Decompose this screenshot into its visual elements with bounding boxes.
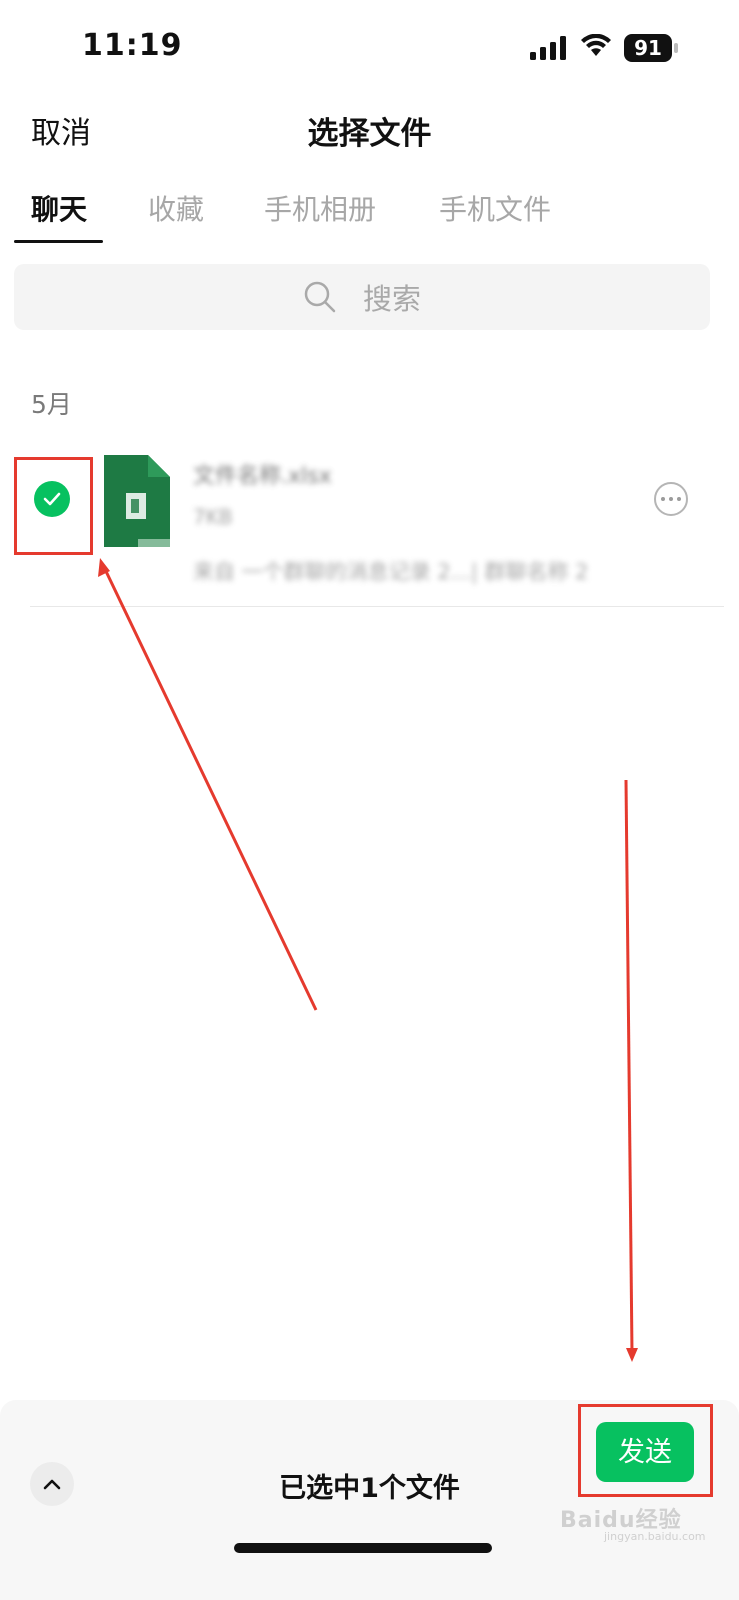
annotation-arrows bbox=[98, 558, 638, 1362]
search-icon bbox=[304, 281, 336, 313]
battery-indicator: 91 bbox=[624, 34, 672, 62]
more-options-button[interactable] bbox=[654, 482, 688, 516]
home-indicator bbox=[234, 1543, 492, 1553]
section-date-label: 5月 bbox=[31, 390, 72, 419]
active-tab-indicator bbox=[14, 240, 103, 243]
tab-favorites[interactable]: 收藏 bbox=[148, 188, 204, 228]
file-source: 来自 一个群聊的消息记录 2...| 群聊名称 2 bbox=[193, 560, 589, 584]
annotation-arrow-to-checkbox bbox=[101, 564, 318, 1011]
status-time: 11:19 bbox=[82, 28, 183, 63]
cellular-signal-icon bbox=[530, 36, 566, 60]
more-dot-icon bbox=[677, 497, 681, 501]
search-input[interactable]: 搜索 bbox=[14, 264, 710, 330]
cancel-button[interactable]: 取消 bbox=[31, 108, 91, 152]
more-dot-icon bbox=[669, 497, 673, 501]
battery-cap bbox=[674, 43, 678, 53]
annotation-box-send bbox=[578, 1404, 713, 1497]
annotation-arrow-to-send bbox=[624, 779, 634, 1354]
annotation-arrowhead-checkbox bbox=[98, 558, 110, 577]
watermark-url: jingyan.baidu.com bbox=[604, 1530, 706, 1543]
more-dot-icon bbox=[661, 497, 665, 501]
file-size: 7KB bbox=[193, 505, 233, 529]
tab-phone-files[interactable]: 手机文件 bbox=[439, 188, 551, 228]
wifi-icon bbox=[581, 34, 611, 56]
tab-chat[interactable]: 聊天 bbox=[31, 188, 87, 228]
annotation-box-checkbox bbox=[14, 457, 93, 555]
row-divider bbox=[30, 606, 724, 607]
search-placeholder: 搜索 bbox=[362, 282, 421, 316]
file-name[interactable]: 文件名称.xlsx bbox=[193, 458, 332, 490]
excel-file-icon bbox=[104, 455, 170, 547]
tab-phone-album[interactable]: 手机相册 bbox=[264, 188, 376, 228]
page-title: 选择文件 bbox=[307, 116, 432, 152]
annotation-arrowhead-send bbox=[626, 1348, 638, 1362]
